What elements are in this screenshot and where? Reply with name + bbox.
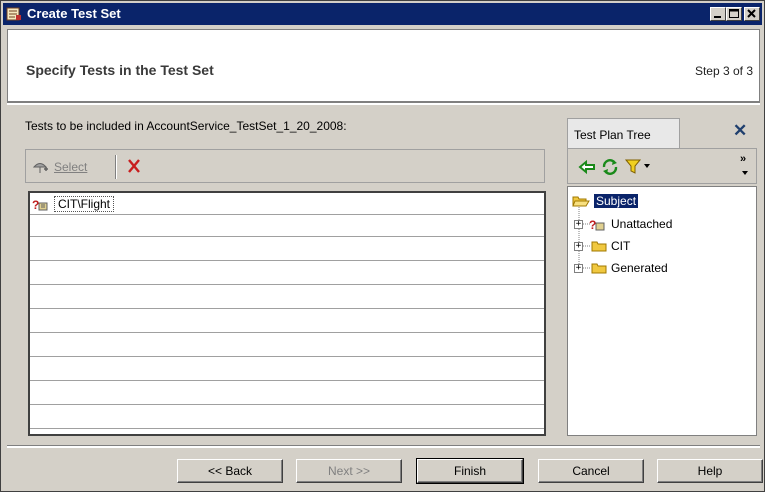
svg-text:?: ? [589,218,596,231]
table-row [30,407,544,429]
help-button[interactable]: Help [657,459,763,483]
delete-x-icon [128,159,140,173]
folder-icon [591,263,607,274]
table-row [30,335,544,357]
back-button[interactable]: << Back [177,459,283,483]
remove-test-button[interactable] [124,156,144,176]
test-name: CIT\Flight [54,196,115,212]
footer-divider [7,445,760,448]
tree-node-generated[interactable]: + Generated [574,259,668,277]
open-folder-icon [572,196,590,207]
expand-icon[interactable]: + [574,263,583,273]
filter-icon[interactable] [624,158,642,176]
table-row [30,215,544,237]
tab-label: Test Plan Tree [574,128,651,142]
tests-toolbar: Select [25,149,545,183]
table-row [30,383,544,405]
go-to-test-icon[interactable] [578,159,596,175]
tree-node-cit[interactable]: + CIT [574,237,630,255]
table-row [30,263,544,285]
create-test-set-dialog: Create Test Set Specify Tests in the Tes… [0,0,765,492]
tests-instruction-label: Tests to be included in AccountService_T… [25,119,347,133]
folder-icon [591,241,607,252]
tree-toolbar: » [567,148,757,184]
overflow-down-icon[interactable] [742,171,748,176]
finish-button[interactable]: Finish [416,458,524,484]
table-row [30,287,544,309]
close-window-button[interactable] [744,7,760,21]
table-row [30,359,544,381]
expand-icon[interactable]: + [574,241,583,251]
step-indicator: Step 3 of 3 [694,64,753,78]
wizard-header: Specify Tests in the Test Set Step 3 of … [7,29,760,102]
selected-tests-grid[interactable]: ? CIT\Flight [28,191,546,436]
title-bar[interactable]: Create Test Set [3,3,762,25]
toolbar-separator [115,155,117,179]
maximize-icon [729,9,739,18]
header-divider [7,102,760,105]
select-button-label: Select [54,160,88,174]
table-row [30,311,544,333]
tree-node-label: CIT [611,239,631,253]
unattached-test-icon: ? [32,198,48,211]
close-pane-icon[interactable]: ✕ [733,121,747,141]
chevron-down-icon[interactable] [643,163,651,169]
close-icon [747,9,756,18]
table-row [30,239,544,261]
tree-node-label: Unattached [611,217,673,231]
expand-icon[interactable]: + [574,219,583,229]
tree-node-subject[interactable]: Subject [572,192,639,210]
page-title: Specify Tests in the Test Set [26,62,214,78]
minimize-button[interactable] [710,7,726,21]
refresh-icon[interactable] [600,158,620,176]
select-tests-icon [32,163,48,173]
tree-node-label: Generated [611,261,668,275]
tree-node-unattached[interactable]: + ? Unattached [574,215,672,233]
test-plan-tree[interactable]: Subject + ? Unattached + CIT + Generated [567,186,757,436]
maximize-button[interactable] [726,7,742,21]
window-title: Create Test Set [27,6,121,21]
cancel-button[interactable]: Cancel [538,459,644,483]
test-cell[interactable]: ? CIT\Flight [32,196,115,212]
tree-node-label: Subject [594,194,639,208]
unattached-test-icon: ? [589,218,605,231]
next-button[interactable]: Next >> [296,459,402,483]
tab-test-plan-tree[interactable]: Test Plan Tree [567,118,680,148]
table-row[interactable]: ? CIT\Flight [30,193,544,215]
minimize-icon [714,16,721,18]
test-set-app-icon [6,7,21,21]
select-button[interactable]: Select [32,157,87,177]
more-tools-icon[interactable]: » [740,153,746,165]
svg-text:?: ? [32,198,39,211]
